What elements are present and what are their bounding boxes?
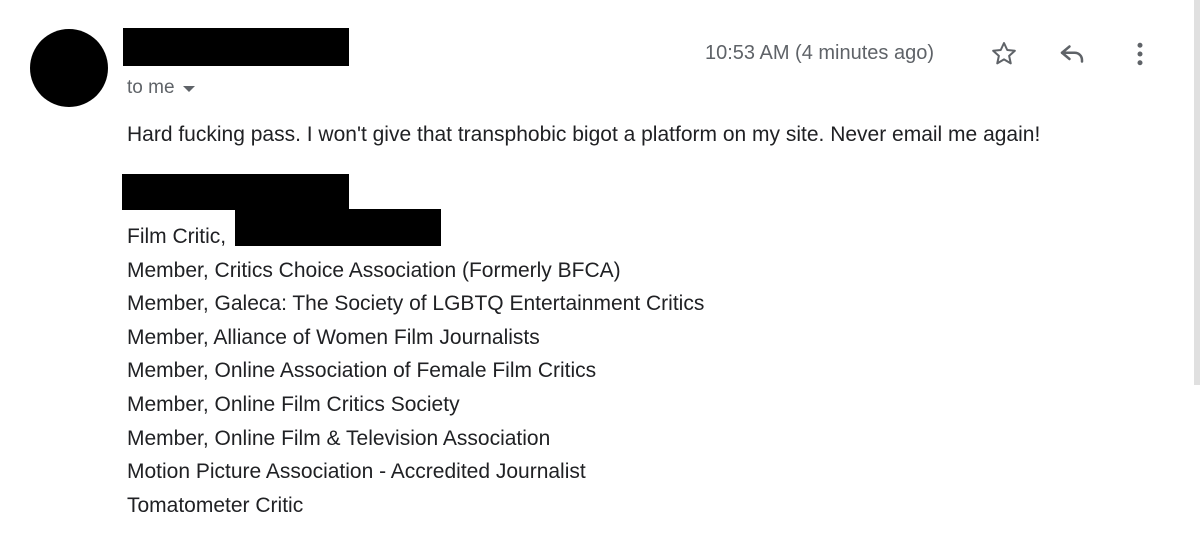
email-signature: Film Critic, Member, Critics Choice Asso… (127, 220, 704, 522)
star-icon (992, 42, 1016, 65)
signature-line: Tomatometer Critic (127, 493, 304, 517)
scrollbar[interactable] (1194, 0, 1200, 385)
signature-line: Member, Online Film Critics Society (127, 392, 460, 416)
signature-line: Motion Picture Association - Accredited … (127, 460, 586, 484)
signature-line: Member, Online Association of Female Fil… (127, 359, 597, 383)
recipient-label: to me (127, 77, 175, 98)
message-timestamp: 10:53 AM (4 minutes ago) (705, 42, 935, 64)
message-body: Hard fucking pass. I won't give that tra… (127, 123, 1041, 146)
more-options-button[interactable] (1122, 36, 1158, 72)
sender-name-redacted (123, 28, 349, 66)
email-message-view: to me 10:53 AM (4 minutes ago) Hard fuck… (0, 0, 1200, 547)
signature-line: Member, Critics Choice Association (Form… (127, 258, 621, 282)
reply-icon (1060, 45, 1084, 63)
signature-line: Film Critic, (127, 220, 704, 254)
signature-line: Member, Online Film & Television Associa… (127, 426, 551, 450)
avatar[interactable] (30, 29, 108, 107)
signature-line: Member, Galeca: The Society of LGBTQ Ent… (127, 292, 705, 316)
signature-line: Member, Alliance of Women Film Journalis… (127, 325, 540, 349)
caret-down-icon (182, 86, 195, 92)
star-button[interactable] (986, 36, 1022, 72)
recipient-details-toggle[interactable]: to me (127, 76, 195, 100)
signature-name-redacted (122, 174, 349, 210)
reply-button[interactable] (1054, 36, 1090, 72)
more-vert-icon (1137, 42, 1143, 66)
